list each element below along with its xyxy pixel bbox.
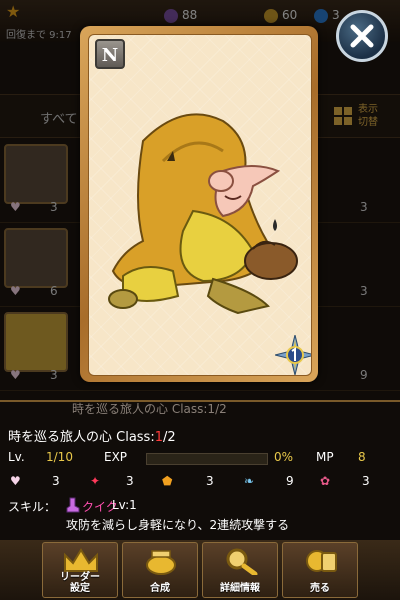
compose-pot-icon: [146, 550, 176, 575]
skill-label: スキル：: [8, 500, 57, 514]
card-art-area: N: [88, 34, 312, 376]
leader-settings-button[interactable]: リーダー 設定: [42, 542, 118, 598]
leader-label-line2: 設定: [70, 583, 90, 594]
leader-label-line1: リーダー: [60, 572, 100, 583]
heart-icon: ♥: [10, 474, 21, 488]
close-icon: [350, 24, 374, 48]
shield-icon: ⬟: [162, 474, 173, 488]
sell-button[interactable]: 売る: [282, 542, 358, 598]
clover-icon: ✿: [320, 474, 331, 488]
skill-boot-icon: [66, 497, 80, 513]
sell-label: 売る: [310, 583, 330, 594]
compose-button[interactable]: 合成: [122, 542, 198, 598]
class-current: 1: [154, 430, 163, 445]
class-max: /2: [163, 430, 176, 445]
stat-luck: 3: [362, 474, 370, 488]
feather-icon: ❧: [244, 474, 255, 488]
stat-speed: 9: [286, 474, 294, 488]
rarity-badge: N: [95, 39, 125, 69]
exp-bar: [146, 453, 268, 465]
compose-label: 合成: [150, 583, 170, 594]
skill-level: Lv:1: [112, 498, 137, 512]
level-value: 1/10: [46, 450, 73, 464]
character-illustration: [108, 113, 298, 315]
stat-attack: 3: [126, 474, 134, 488]
level-label: Lv.: [8, 450, 25, 464]
mp-value: 8: [358, 450, 366, 464]
stat-row: ♥ 3 ✦ 3 ⬟ 3 ❧ 9 ✿ 3: [0, 472, 400, 492]
crown-icon: [64, 548, 98, 572]
level-row: Lv. 1/10 EXP 0% MP 8: [0, 450, 400, 468]
coins-icon: [306, 550, 337, 572]
card-name-text: 時を巡る旅人の心 Class:: [8, 430, 155, 445]
attack-icon: ✦: [90, 474, 101, 488]
stat-defense: 3: [206, 474, 214, 488]
card-detail-frame: N: [80, 26, 318, 382]
magnifier-icon: [226, 548, 258, 575]
element-emblem-icon: [275, 335, 311, 375]
exp-percent: 0%: [274, 450, 294, 464]
bottom-menu: リーダー 設定 合成 詳細情報 売る: [0, 540, 400, 600]
detail-info-button[interactable]: 詳細情報: [202, 542, 278, 598]
card-info-panel: 時を巡る旅人の心 Class:1/2 時を巡る旅人の心 Class:1/2 Lv…: [0, 400, 400, 543]
card-name: 時を巡る旅人の心 Class:1/2: [8, 426, 176, 445]
mp-label: MP: [316, 450, 334, 464]
close-button[interactable]: [336, 10, 388, 62]
background-card-title: 時を巡る旅人の心 Class:1/2: [72, 402, 227, 416]
skill-description: 攻防を減らし身軽になり、2連続攻撃する: [66, 518, 290, 532]
stat-hp: 3: [52, 474, 60, 488]
detail-info-label: 詳細情報: [220, 583, 260, 594]
exp-label: EXP: [104, 450, 128, 464]
